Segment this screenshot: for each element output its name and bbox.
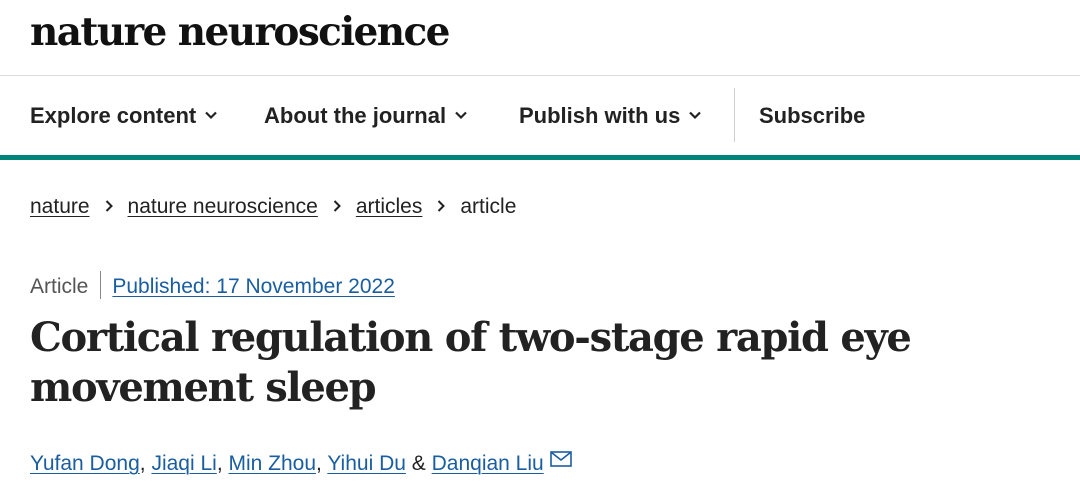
chevron-down-icon [205, 111, 218, 120]
author-link[interactable]: Min Zhou [228, 452, 316, 475]
nav-subscribe-label: Subscribe [759, 103, 866, 128]
nav-subscribe[interactable]: Subscribe [759, 102, 865, 130]
main-navigation: Explore content About the journal Publis… [0, 76, 1080, 156]
author-separator: , [316, 452, 328, 475]
author-conjunction: & [405, 452, 432, 475]
nav-about-the-journal[interactable]: About the journal [264, 102, 468, 130]
breadcrumb-link-articles[interactable]: articles [356, 195, 423, 218]
nav-explore-content[interactable]: Explore content [30, 102, 218, 130]
breadcrumb: nature nature neuroscience articles article [30, 193, 516, 221]
author-list: Yufan Dong, Jiaqi Li, Min Zhou, Yihui Du… [30, 450, 572, 478]
author-link[interactable]: Jiaqi Li [151, 452, 216, 475]
nav-publish-with-us[interactable]: Publish with us [519, 102, 702, 130]
journal-logo[interactable]: nature neuroscience [30, 6, 450, 58]
mail-icon[interactable] [549, 451, 572, 467]
meta-divider [100, 271, 102, 300]
author-link[interactable]: Yihui Du [327, 452, 406, 475]
article-meta: Article Published: 17 November 2022 [30, 271, 395, 301]
author-separator: , [139, 452, 152, 475]
author-link[interactable]: Danqian Liu [432, 452, 544, 475]
chevron-down-icon [455, 111, 467, 120]
article-title: Cortical regulation of two-stage rapid e… [30, 314, 912, 411]
nav-publish-with-us-label: Publish with us [519, 103, 681, 128]
nav-explore-content-label: Explore content [30, 103, 197, 128]
published-date-link[interactable]: Published: 17 November 2022 [112, 275, 395, 298]
author-link[interactable]: Yufan Dong [30, 452, 140, 475]
nav-about-the-journal-label: About the journal [264, 103, 447, 128]
chevron-right-icon [105, 200, 113, 212]
breadcrumb-current: article [460, 195, 517, 218]
nav-separator [734, 88, 735, 142]
article-type: Article [30, 275, 89, 298]
chevron-right-icon [333, 200, 341, 212]
breadcrumb-link-nature[interactable]: nature [30, 195, 90, 218]
nav-accent-bar [0, 155, 1080, 160]
breadcrumb-link-nature-neuroscience[interactable]: nature neuroscience [128, 195, 318, 218]
chevron-right-icon [438, 200, 446, 212]
chevron-down-icon [689, 111, 702, 120]
author-separator: , [216, 452, 229, 475]
